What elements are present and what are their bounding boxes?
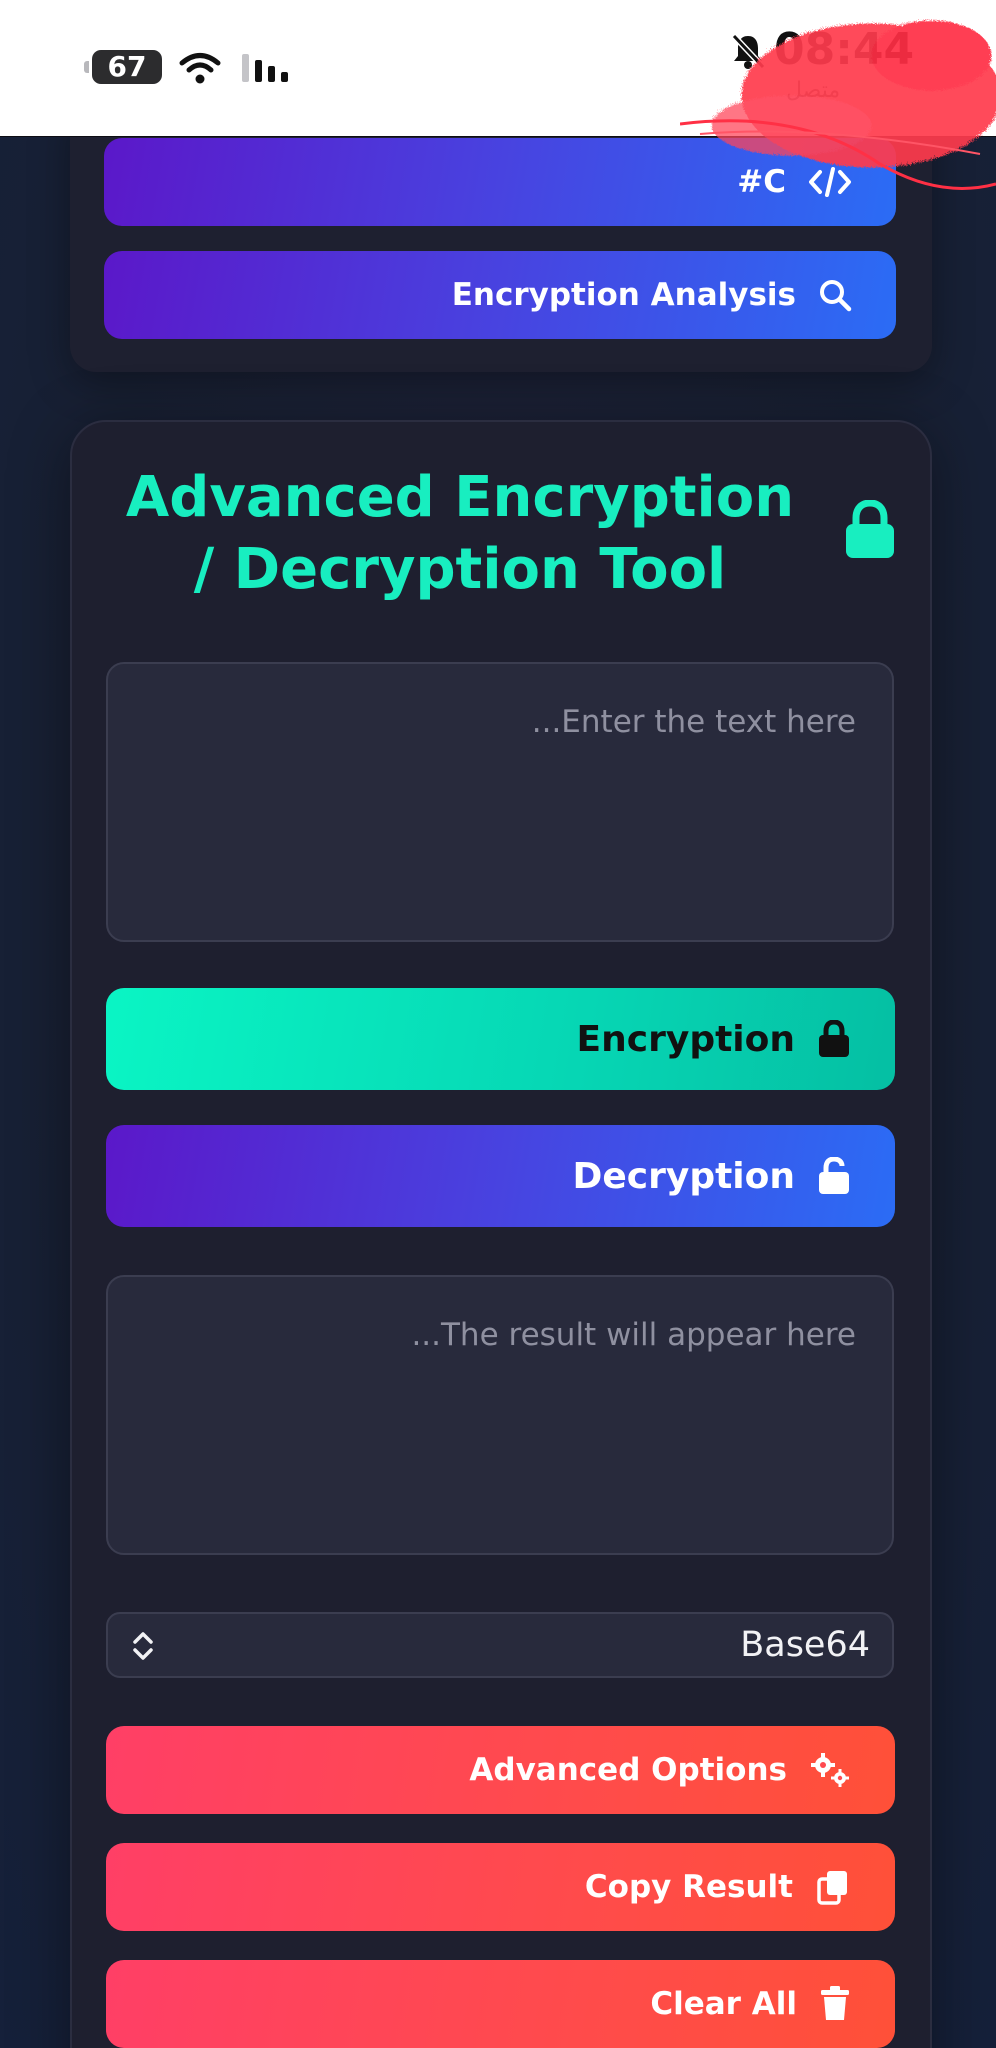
clear-all-button[interactable]: Clear All xyxy=(106,1960,895,2048)
copy-result-label: Copy Result xyxy=(584,1869,793,1905)
chevron-updown-icon xyxy=(128,1630,158,1662)
wifi-icon xyxy=(178,50,222,86)
code-icon xyxy=(808,167,852,197)
status-time: 08:44 xyxy=(774,24,915,75)
copy-icon xyxy=(815,1869,851,1905)
encryption-analysis-button[interactable]: Encryption Analysis xyxy=(104,251,896,339)
search-icon xyxy=(818,278,852,312)
clear-all-label: Clear All xyxy=(650,1986,797,2022)
encrypt-button[interactable]: Encryption xyxy=(106,988,895,1090)
lock-icon xyxy=(842,500,898,560)
encrypt-button-label: Encryption xyxy=(576,1018,795,1060)
encryption-analysis-label: Encryption Analysis xyxy=(451,277,796,313)
status-carrier: متصل xyxy=(786,78,841,103)
code-button-label: #C xyxy=(737,164,786,200)
advanced-options-label: Advanced Options xyxy=(469,1752,787,1788)
page-title: Advanced Encryption / Decryption Tool xyxy=(125,465,795,602)
input-text-area[interactable] xyxy=(106,662,894,942)
copy-result-button[interactable]: Copy Result xyxy=(106,1843,895,1931)
unlock-icon xyxy=(817,1157,851,1195)
status-bar: 67 08:44 متصل xyxy=(0,0,996,137)
battery-icon: 67 xyxy=(84,50,162,84)
method-select[interactable]: Base64 xyxy=(106,1612,894,1678)
decrypt-button-label: Decryption xyxy=(572,1155,795,1197)
bell-slash-icon xyxy=(730,32,766,70)
decrypt-button[interactable]: Decryption xyxy=(106,1125,895,1227)
gears-icon xyxy=(809,1752,851,1788)
battery-level: 67 xyxy=(107,50,147,83)
output-text-area[interactable] xyxy=(106,1275,894,1555)
method-select-value: Base64 xyxy=(740,1625,870,1665)
advanced-options-button[interactable]: Advanced Options xyxy=(106,1726,895,1814)
code-button[interactable]: #C xyxy=(104,138,896,226)
signal-icon xyxy=(240,52,294,84)
trash-icon xyxy=(819,1986,851,2022)
lock-icon xyxy=(817,1020,851,1058)
